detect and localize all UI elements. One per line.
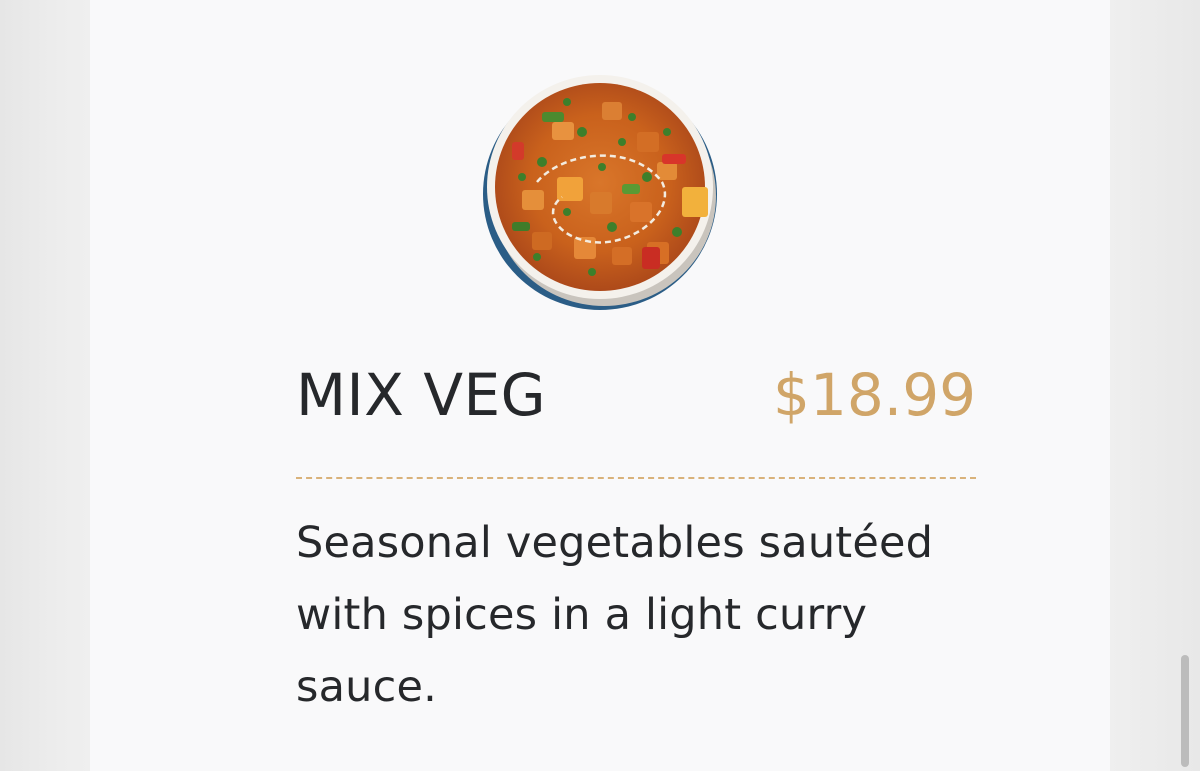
page: MIX VEG $18.99 Seasonal vegetables sauté… [0,0,1200,771]
scrollbar-thumb[interactable] [1181,655,1189,767]
dish-price: $18.99 [773,361,976,429]
dish-image [482,72,718,310]
dish-name: MIX VEG [296,361,547,429]
curry-bowl-icon [483,75,717,310]
title-row: MIX VEG $18.99 [296,355,976,435]
dish-description: Seasonal vegetables sautéed with spices … [296,518,934,712]
dashed-divider [296,477,976,479]
